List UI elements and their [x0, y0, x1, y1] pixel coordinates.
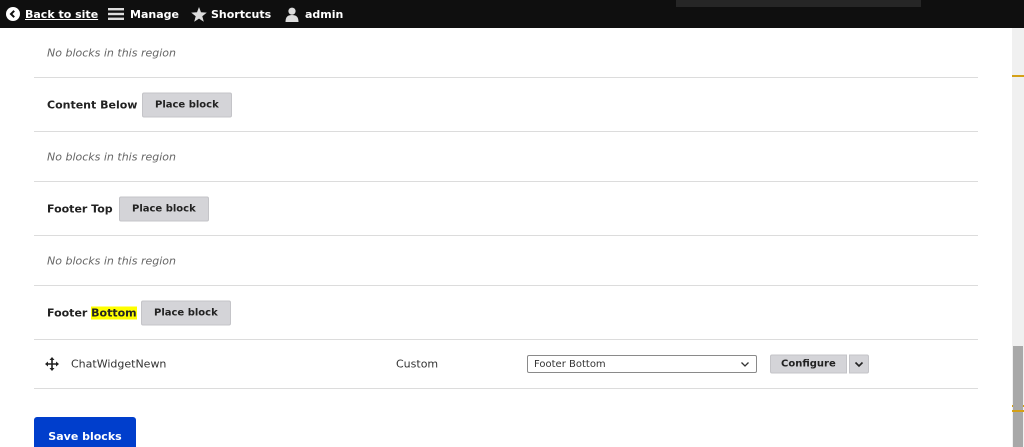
region-select-value: Footer Bottom [534, 358, 606, 370]
manage-label: Manage [130, 7, 179, 21]
scrollbar-thumb[interactable] [1013, 346, 1023, 447]
block-row: ChatWidgetNewn Custom Footer Bottom Conf… [34, 340, 978, 389]
shortcuts-menu-button[interactable]: Shortcuts [191, 0, 271, 28]
region-title: Content Below [47, 98, 138, 111]
empty-region-message: No blocks in this region [47, 150, 176, 163]
region-empty-row: No blocks in this region [34, 132, 978, 182]
region-empty-row: No blocks in this region [34, 28, 978, 78]
configure-button[interactable]: Configure [770, 354, 847, 374]
shortcuts-label: Shortcuts [211, 7, 272, 21]
back-to-site-link[interactable]: Back to site [6, 0, 98, 28]
region-title: Footer Top [47, 202, 113, 215]
chevron-down-icon [741, 362, 749, 367]
empty-region-message: No blocks in this region [47, 46, 176, 59]
scrollbar-marker [1012, 410, 1024, 412]
place-block-button[interactable]: Place block [119, 196, 209, 221]
scrollbar-marker [1012, 75, 1024, 77]
admin-toolbar: Back to site Manage Shortcuts admin [0, 0, 1024, 28]
drag-handle-icon[interactable] [45, 357, 59, 371]
operations-dropbutton: Configure [770, 354, 869, 374]
region-header-footer-top: Footer Top Place block [34, 182, 978, 236]
region-header-content-below: Content Below Place block [34, 78, 978, 132]
region-header-footer-bottom: Footer Bottom Place block [34, 286, 978, 340]
chevron-down-icon [854, 361, 863, 367]
region-title: Footer Bottom [47, 306, 137, 319]
region-select[interactable]: Footer Bottom [527, 355, 757, 373]
toolbar-tray-shadow [676, 0, 921, 7]
manage-menu-button[interactable]: Manage [108, 0, 179, 28]
region-empty-row: No blocks in this region [34, 236, 978, 286]
star-icon [191, 6, 207, 22]
user-label: admin [305, 7, 344, 21]
region-title-highlight: Bottom [91, 306, 137, 319]
back-to-site-label: Back to site [25, 7, 99, 21]
block-layout-table: No blocks in this region Content Below P… [34, 28, 978, 389]
block-name: ChatWidgetNewn [71, 357, 167, 371]
hamburger-icon [108, 8, 124, 20]
user-menu-button[interactable]: admin [285, 0, 343, 28]
save-blocks-button[interactable]: Save blocks [34, 417, 136, 447]
more-operations-toggle[interactable] [848, 354, 869, 374]
block-category: Custom [396, 357, 439, 371]
empty-region-message: No blocks in this region [47, 254, 176, 267]
back-arrow-icon [6, 7, 20, 21]
place-block-button[interactable]: Place block [142, 92, 232, 117]
place-block-button[interactable]: Place block [141, 300, 231, 325]
region-title-plain: Footer [47, 306, 92, 319]
user-icon [285, 7, 299, 22]
